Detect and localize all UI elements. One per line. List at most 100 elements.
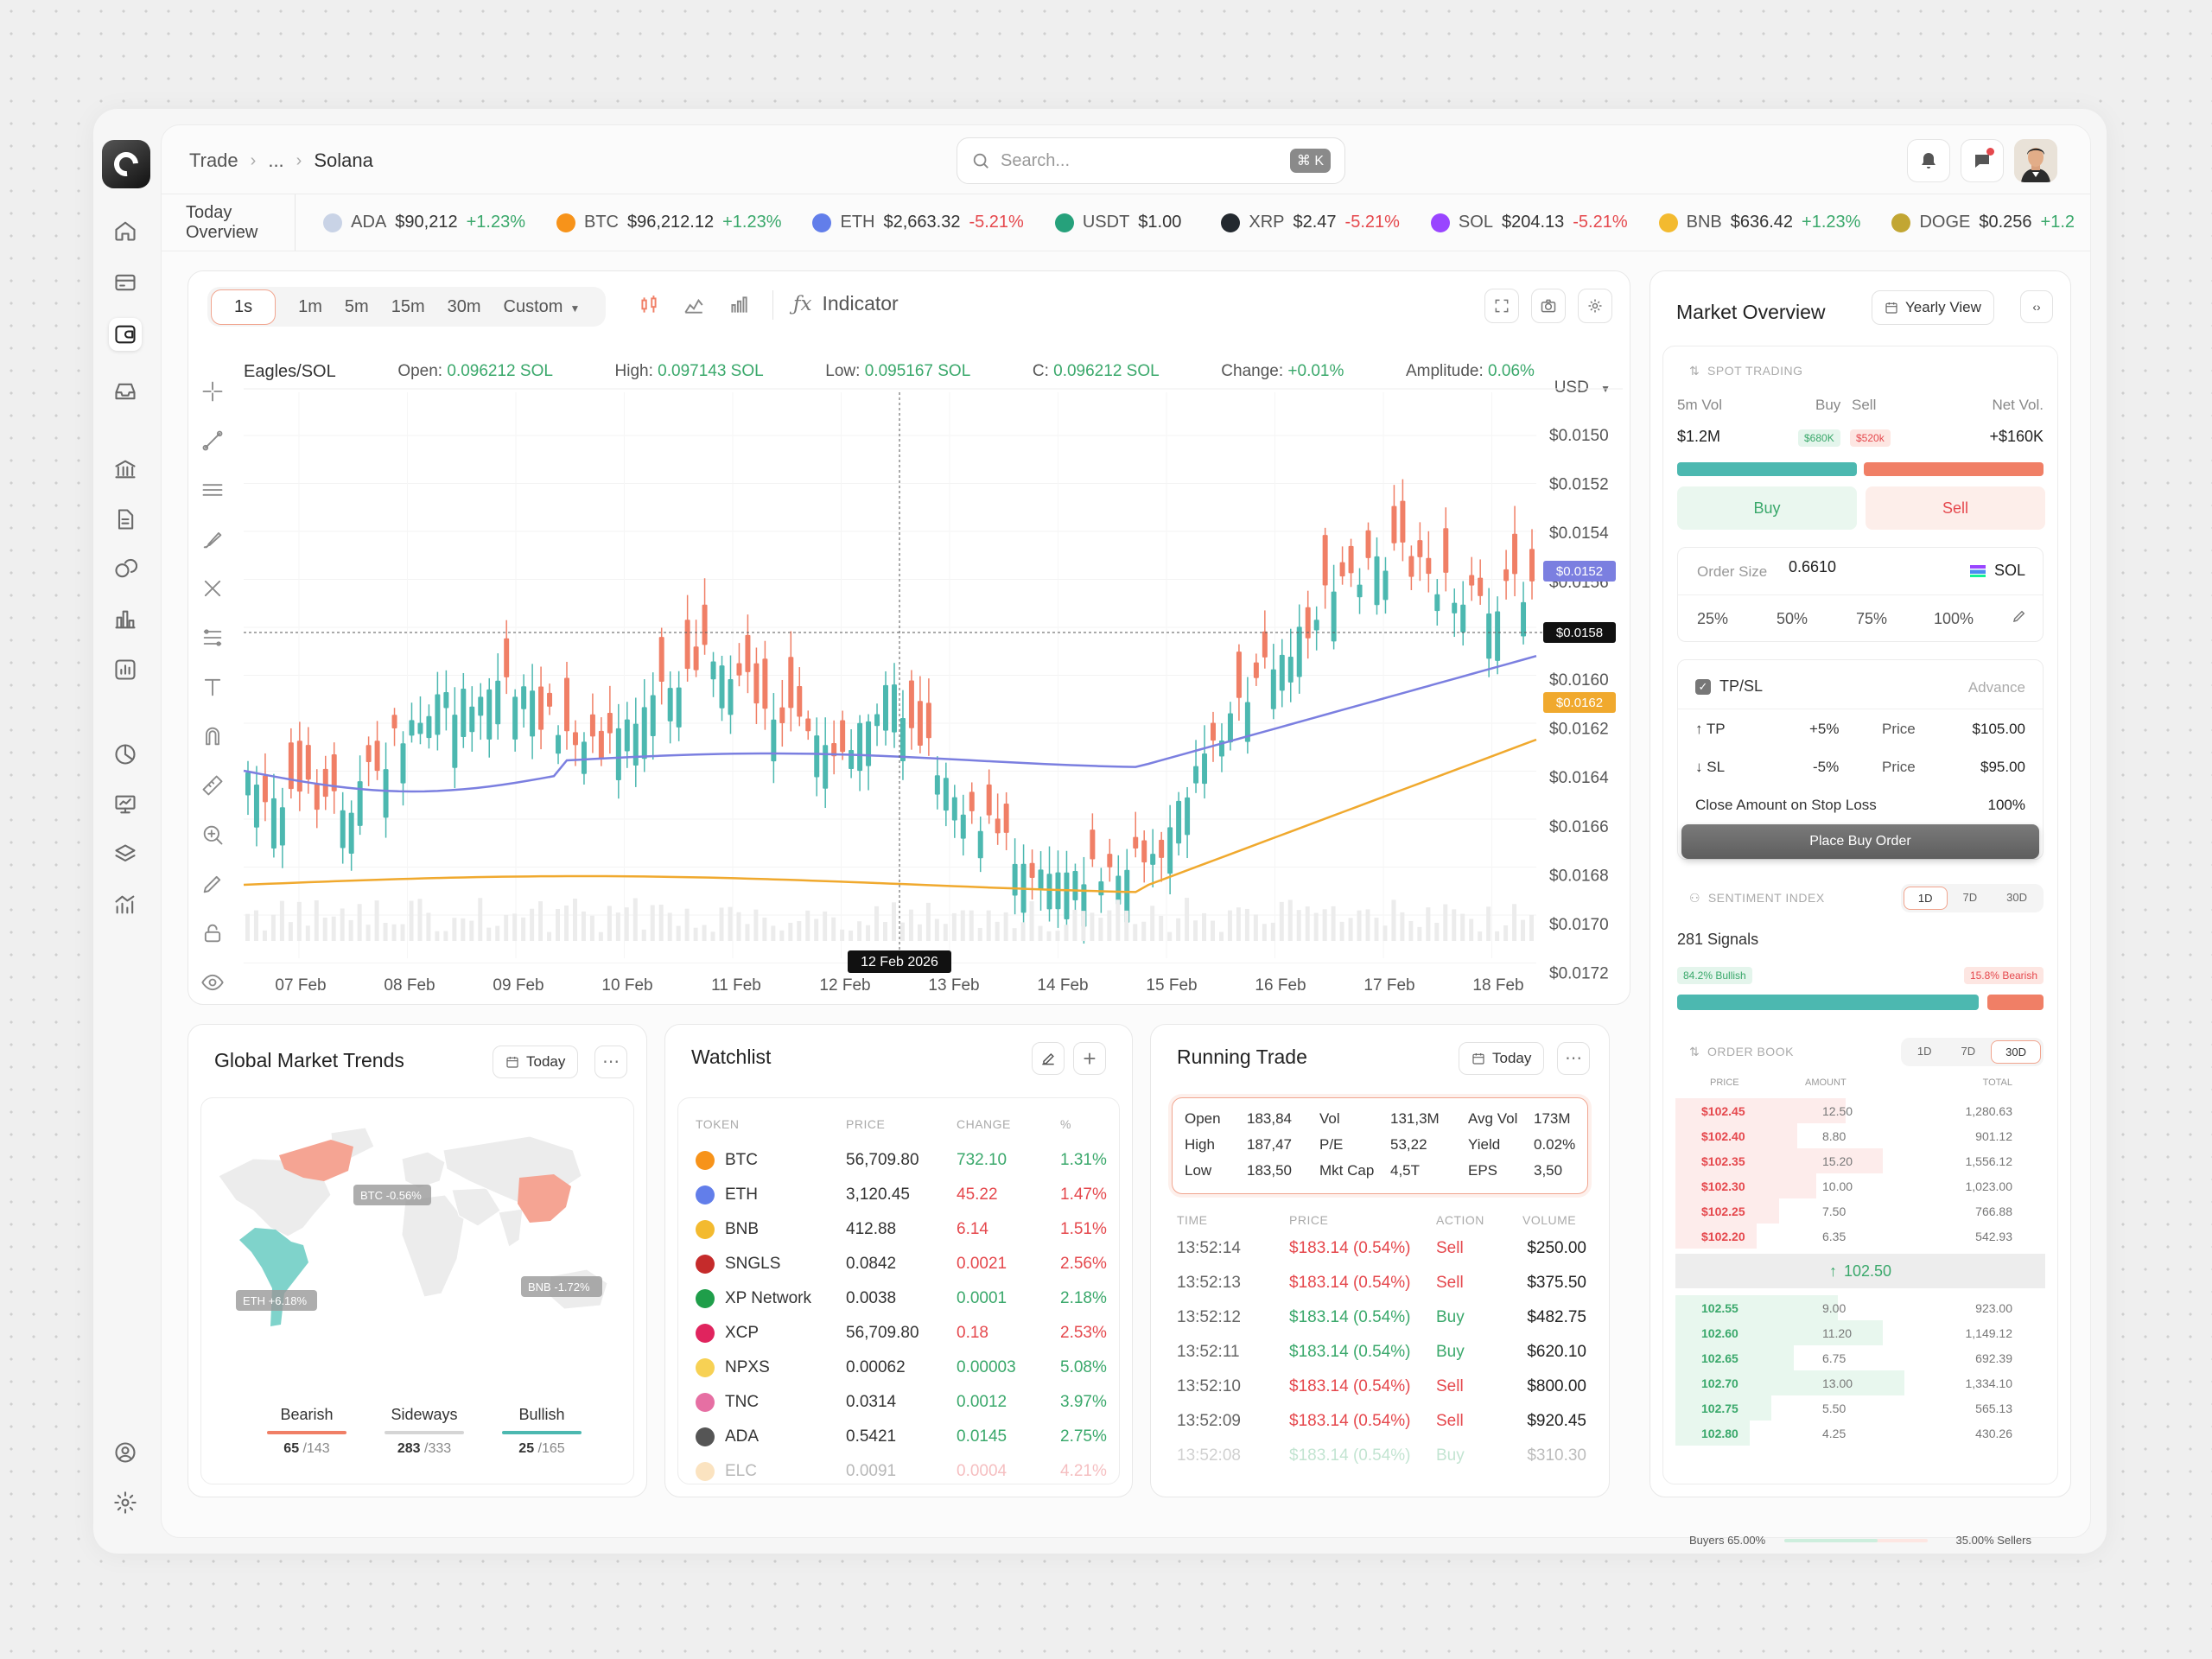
sidebar-item-inbox[interactable] [109, 375, 142, 408]
table-row[interactable]: BNB 412.88 6.14 1.51% [678, 1212, 1119, 1247]
watchlist-add-button[interactable]: + [1073, 1042, 1106, 1075]
advance-link[interactable]: Advance [1968, 679, 2025, 696]
search-box[interactable]: ⌘ K [957, 137, 1345, 184]
sentiment-period-1d[interactable]: 1D [1903, 887, 1948, 910]
table-row[interactable]: XP Network 0.0038 0.0001 2.18% [678, 1281, 1119, 1316]
app-logo[interactable] [102, 140, 150, 188]
bid-row[interactable]: 102.80 4.25 430.26 [1675, 1421, 2045, 1446]
candle-body [1365, 530, 1371, 558]
sidebar-item-coins[interactable] [109, 553, 142, 586]
table-row[interactable]: NPXS 0.00062 0.00003 5.08% [678, 1351, 1119, 1385]
sl-price[interactable]: $95.00 [1980, 759, 2025, 776]
avatar[interactable] [2014, 139, 2057, 182]
sell-button[interactable]: Sell [1866, 486, 2045, 530]
table-row[interactable]: ADA 0.5421 0.0145 2.75% [678, 1420, 1119, 1454]
ticker-item[interactable]: DOGE $0.256 +1.2 [1876, 213, 2090, 232]
ask-row[interactable]: $102.45 12.50 1,280.63 [1675, 1098, 2045, 1123]
code-toggle-button[interactable]: ‹› [2020, 290, 2053, 323]
ticker-item[interactable]: SOL $204.13 -5.21% [1415, 213, 1643, 232]
ask-row[interactable]: $102.40 8.80 901.12 [1675, 1123, 2045, 1148]
table-row[interactable]: TNC 0.0314 0.0012 3.97% [678, 1385, 1119, 1420]
running-trade-more-button[interactable]: ⋯ [1557, 1042, 1590, 1075]
volume-bar [986, 910, 991, 941]
edit-percent-button[interactable] [2012, 608, 2027, 628]
global-market-more-button[interactable]: ⋯ [594, 1046, 627, 1078]
sidebar-item-layers[interactable] [109, 838, 142, 871]
candlestick-chart[interactable]: $0.0150$0.0152$0.0154$0.0156$0.0158$0.01… [188, 271, 1631, 1006]
ask-row[interactable]: $102.20 6.35 542.93 [1675, 1224, 2045, 1249]
sidebar-item-bank[interactable] [109, 453, 142, 486]
search-input[interactable] [1001, 150, 1290, 171]
sidebar-item-home[interactable] [109, 214, 142, 247]
trade-row[interactable]: 13:52:13 $183.14 (0.54%) Sell $375.50 [1151, 1274, 1609, 1308]
trade-row[interactable]: 13:52:12 $183.14 (0.54%) Buy $482.75 [1151, 1308, 1609, 1343]
trade-row[interactable]: 13:52:14 $183.14 (0.54%) Sell $250.00 [1151, 1239, 1609, 1274]
ask-row[interactable]: $102.35 15.20 1,556.12 [1675, 1148, 2045, 1173]
running-trade-period-button[interactable]: Today [1459, 1042, 1545, 1075]
sidebar-item-documents[interactable] [109, 503, 142, 536]
sidebar-item-profile[interactable] [109, 1436, 142, 1469]
table-row[interactable]: ELC 0.0091 0.0004 4.21% [678, 1454, 1119, 1484]
volume-bar [1055, 931, 1060, 941]
percent-50[interactable]: 50% [1777, 610, 1808, 628]
messages-button[interactable] [1961, 139, 2004, 182]
ob-period-1d[interactable]: 1D [1904, 1040, 1946, 1064]
table-row[interactable]: ETH 3,120.45 45.22 1.47% [678, 1178, 1119, 1212]
notifications-button[interactable] [1907, 139, 1950, 182]
ask-row[interactable]: $102.25 7.50 766.88 [1675, 1198, 2045, 1224]
breadcrumb-root[interactable]: Trade [189, 149, 238, 172]
ticker-item[interactable]: ADA $90,212 +1.23% [308, 213, 541, 232]
ticker-item[interactable]: BTC $96,212.12 +1.23% [541, 213, 798, 232]
sidebar-item-analytics[interactable] [109, 738, 142, 771]
breadcrumb-ellipsis[interactable]: ... [268, 149, 283, 172]
buy-button[interactable]: Buy [1677, 486, 1857, 530]
sidebar-item-performance[interactable] [109, 888, 142, 921]
tp-price[interactable]: $105.00 [1973, 721, 2025, 738]
sentiment-period-7d[interactable]: 7D [1949, 887, 1992, 910]
global-market-period-button[interactable]: Today [493, 1046, 579, 1078]
sidebar-item-wallet[interactable] [109, 266, 142, 299]
view-selector[interactable]: Yearly View [1872, 290, 1994, 325]
ticker-item[interactable]: XRP $2.47 -5.21% [1205, 213, 1415, 232]
sidebar-item-monitor[interactable] [109, 788, 142, 821]
order-size-input[interactable] [1789, 558, 1892, 576]
sentiment-period-30d[interactable]: 30D [1993, 887, 2041, 910]
bid-row[interactable]: 102.70 13.00 1,334.10 [1675, 1370, 2045, 1395]
percent-25[interactable]: 25% [1697, 610, 1728, 628]
table-row[interactable]: XCP 56,709.80 0.18 2.53% [678, 1316, 1119, 1351]
tpsl-toggle[interactable]: ✓ TP/SL [1695, 677, 1763, 696]
sidebar-item-settings[interactable] [109, 1486, 142, 1519]
trade-row[interactable]: 13:52:11 $183.14 (0.54%) Buy $620.10 [1151, 1343, 1609, 1377]
trade-row[interactable]: 13:52:08 $183.14 (0.54%) Buy $310.30 [1151, 1446, 1609, 1481]
volume-bar [1193, 920, 1198, 941]
table-row[interactable]: SNGLS 0.0842 0.0021 2.56% [678, 1247, 1119, 1281]
place-buy-order-button[interactable]: Place Buy Order [1681, 824, 2039, 859]
ticker-item[interactable]: USDT $1.00 [1039, 213, 1206, 232]
ob-period-30d[interactable]: 30D [1991, 1040, 2041, 1064]
order-token[interactable]: SOL [1969, 562, 2025, 580]
volume-bar [314, 900, 319, 941]
candle-body [866, 721, 872, 766]
percent-75[interactable]: 75% [1856, 610, 1887, 628]
bid-row[interactable]: 102.65 6.75 692.39 [1675, 1345, 2045, 1370]
ticker-item[interactable]: ETH $2,663.32 -5.21% [797, 213, 1039, 232]
close-amount-value[interactable]: 100% [1988, 797, 2025, 814]
sidebar-item-trade[interactable] [109, 318, 142, 351]
table-row[interactable]: BTC 56,709.80 732.10 1.31% [678, 1143, 1119, 1178]
trade-row[interactable]: 13:52:10 $183.14 (0.54%) Sell $800.00 [1151, 1377, 1609, 1412]
percent-100[interactable]: 100% [1934, 610, 1974, 628]
tp-percent[interactable]: +5% [1809, 721, 1840, 738]
bid-row[interactable]: 102.75 5.50 565.13 [1675, 1395, 2045, 1421]
stat-label: P/E [1319, 1136, 1344, 1153]
bid-row[interactable]: 102.60 11.20 1,149.12 [1675, 1320, 2045, 1345]
bid-row[interactable]: 102.55 9.00 923.00 [1675, 1295, 2045, 1320]
sl-percent[interactable]: -5% [1813, 759, 1839, 776]
watchlist-edit-button[interactable] [1032, 1042, 1065, 1075]
ticker-item[interactable]: BNB $636.42 +1.23% [1643, 213, 1877, 232]
ob-period-7d[interactable]: 7D [1948, 1040, 1990, 1064]
sidebar-item-stats[interactable] [109, 603, 142, 636]
coin-icon [1891, 213, 1911, 232]
trade-row[interactable]: 13:52:09 $183.14 (0.54%) Sell $920.45 [1151, 1412, 1609, 1446]
sidebar-item-reports[interactable] [109, 653, 142, 686]
ask-row[interactable]: $102.30 10.00 1,023.00 [1675, 1173, 2045, 1198]
